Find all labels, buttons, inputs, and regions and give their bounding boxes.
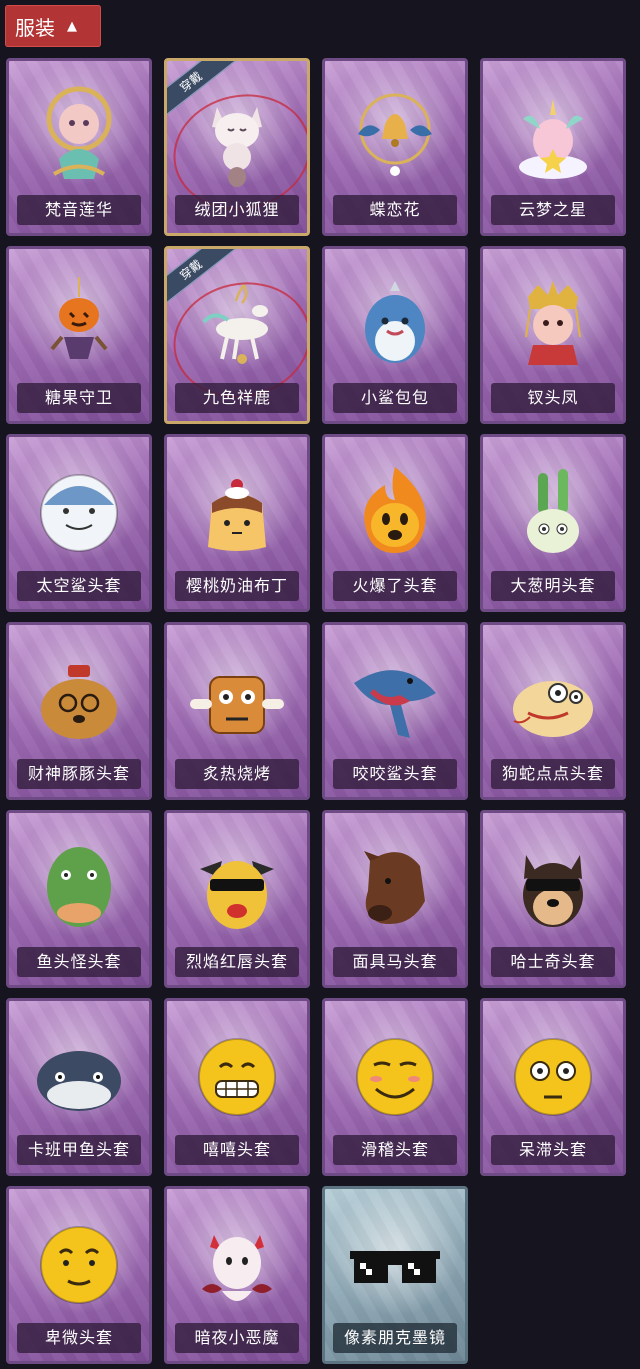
item-card[interactable]: 卡班甲鱼头套 [6,998,152,1176]
crown-girl-icon [483,257,623,387]
unicorn-icon [483,69,623,199]
item-card[interactable]: 火爆了头套 [322,434,468,612]
item-name-label: 火爆了头套 [333,571,457,601]
item-card[interactable]: 烈焰红唇头套 [164,810,310,988]
item-card[interactable]: 暗夜小恶魔 [164,1186,310,1364]
item-name-label: 财神豚豚头套 [17,759,141,789]
item-card[interactable]: 蝶恋花 [322,58,468,236]
item-card[interactable]: 哈士奇头套 [480,810,626,988]
item-card[interactable]: 炙热烧烤 [164,622,310,800]
stare-emoji-icon [483,1009,623,1139]
item-name-label: 呆滞头套 [491,1135,615,1165]
item-card[interactable]: 像素朋克墨镜 [322,1186,468,1364]
item-name-label: 钗头凤 [491,383,615,413]
item-name-label: 太空鲨头套 [17,571,141,601]
item-card[interactable]: 大葱明头套 [480,434,626,612]
pudding-icon [167,445,307,575]
scallion-head-icon [483,445,623,575]
bell-charm-icon [325,69,465,199]
item-name-label: 梵音莲华 [17,195,141,225]
item-name-label: 像素朋克墨镜 [333,1323,457,1353]
item-card[interactable]: 面具马头套 [322,810,468,988]
biting-shark-icon [325,633,465,763]
whale-head-icon [9,1009,149,1139]
item-card[interactable]: 樱桃奶油布丁 [164,434,310,612]
item-name-label: 小鲨包包 [333,383,457,413]
item-card[interactable]: 滑稽头套 [322,998,468,1176]
item-card[interactable]: 太空鲨头套 [6,434,152,612]
item-name-label: 狗蛇点点头套 [491,759,615,789]
item-name-label: 嘻嘻头套 [175,1135,299,1165]
item-name-label: 鱼头怪头套 [17,947,141,977]
funny-emoji-icon [325,1009,465,1139]
item-name-label: 糖果守卫 [17,383,141,413]
item-card[interactable]: 穿戴 九色祥鹿 [164,246,310,424]
item-name-label: 卑微头套 [17,1323,141,1353]
item-name-label: 咬咬鲨头套 [333,759,457,789]
bbq-meat-icon [167,633,307,763]
item-name-label: 滑稽头套 [333,1135,457,1165]
fire-head-icon [325,445,465,575]
item-name-label: 暗夜小恶魔 [175,1323,299,1353]
item-name-label: 九色祥鹿 [175,383,299,413]
item-name-label: 烈焰红唇头套 [175,947,299,977]
category-tab-costume[interactable]: 服装 ▲ [5,5,101,47]
snake-head-icon [483,633,623,763]
pumpkin-icon [9,257,149,387]
item-card[interactable]: 呆滞头套 [480,998,626,1176]
lotus-girl-icon [9,69,149,199]
pixel-sunglasses-icon [325,1197,465,1327]
item-card[interactable]: 小鲨包包 [322,246,468,424]
item-card[interactable]: 狗蛇点点头套 [480,622,626,800]
item-name-label: 云梦之星 [491,195,615,225]
item-card[interactable]: 穿戴 绒团小狐狸 [164,58,310,236]
chevron-up-icon: ▲ [67,18,77,34]
fish-head-icon [9,821,149,951]
item-card[interactable]: 财神豚豚头套 [6,622,152,800]
space-shark-head-icon [9,445,149,575]
item-card[interactable]: 卑微头套 [6,1186,152,1364]
item-card[interactable]: 咬咬鲨头套 [322,622,468,800]
capybara-head-icon [9,633,149,763]
devil-icon [167,1197,307,1327]
item-name-label: 卡班甲鱼头套 [17,1135,141,1165]
shark-plush-icon [325,257,465,387]
humble-emoji-icon [9,1197,149,1327]
item-name-label: 哈士奇头套 [491,947,615,977]
item-name-label: 炙热烧烤 [175,759,299,789]
item-name-label: 面具马头套 [333,947,457,977]
item-card[interactable]: 钗头凤 [480,246,626,424]
grin-emoji-icon [167,1009,307,1139]
yellow-mask-icon [167,821,307,951]
item-card[interactable]: 云梦之星 [480,58,626,236]
husky-head-icon [483,821,623,951]
item-name-label: 樱桃奶油布丁 [175,571,299,601]
category-tab-label: 服装 [15,15,55,40]
item-card[interactable]: 鱼头怪头套 [6,810,152,988]
item-name-label: 绒团小狐狸 [175,195,299,225]
item-card[interactable]: 糖果守卫 [6,246,152,424]
item-name-label: 蝶恋花 [333,195,457,225]
item-card[interactable]: 嘻嘻头套 [164,998,310,1176]
item-name-label: 大葱明头套 [491,571,615,601]
item-card[interactable]: 梵音莲华 [6,58,152,236]
horse-head-icon [325,821,465,951]
